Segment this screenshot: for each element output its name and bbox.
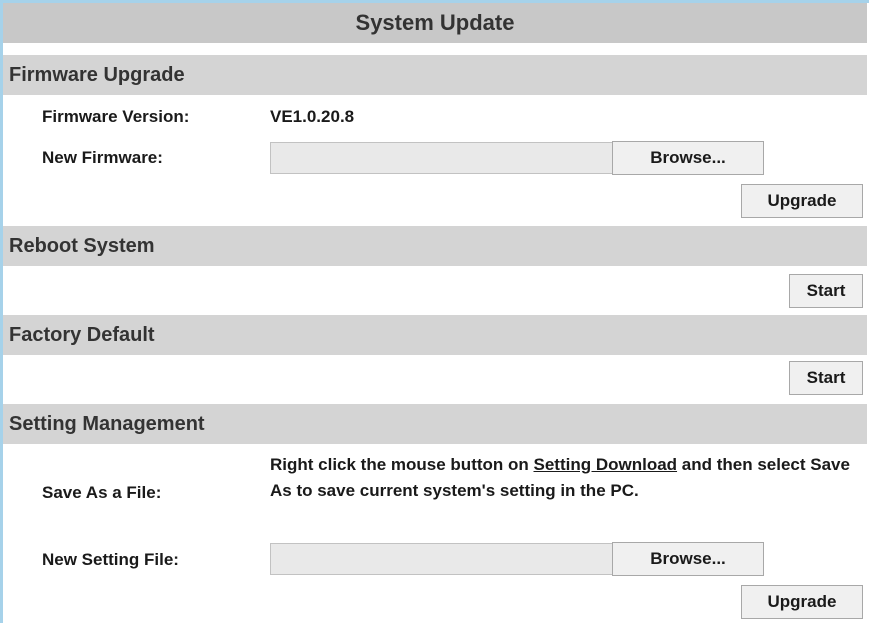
firmware-browse-button[interactable]: Browse... — [612, 141, 764, 175]
section-firmware-upgrade: Firmware Upgrade — [3, 55, 867, 95]
page-title: System Update — [3, 3, 867, 45]
setting-download-link[interactable]: Setting Download — [534, 455, 678, 474]
save-as-file-label: Save As a File: — [42, 483, 162, 502]
new-setting-file-label: New Setting File: — [42, 550, 179, 569]
setting-file-input[interactable] — [270, 543, 613, 575]
section-factory-default: Factory Default — [3, 315, 867, 355]
setting-browse-button[interactable]: Browse... — [612, 542, 764, 576]
firmware-version-value: VE1.0.20.8 — [270, 107, 355, 126]
description-text: Right click the mouse button on — [270, 455, 534, 474]
firmware-file-input[interactable] — [270, 142, 613, 174]
section-reboot-system: Reboot System — [3, 226, 867, 266]
firmware-version-label: Firmware Version: — [42, 107, 190, 126]
reboot-start-button[interactable]: Start — [789, 274, 863, 308]
section-setting-management: Setting Management — [3, 404, 867, 444]
factory-start-button[interactable]: Start — [789, 361, 863, 395]
new-firmware-label: New Firmware: — [42, 148, 163, 167]
save-as-description: Right click the mouse button on Setting … — [270, 452, 860, 504]
setting-upgrade-button[interactable]: Upgrade — [741, 585, 863, 619]
firmware-upgrade-button[interactable]: Upgrade — [741, 184, 863, 218]
